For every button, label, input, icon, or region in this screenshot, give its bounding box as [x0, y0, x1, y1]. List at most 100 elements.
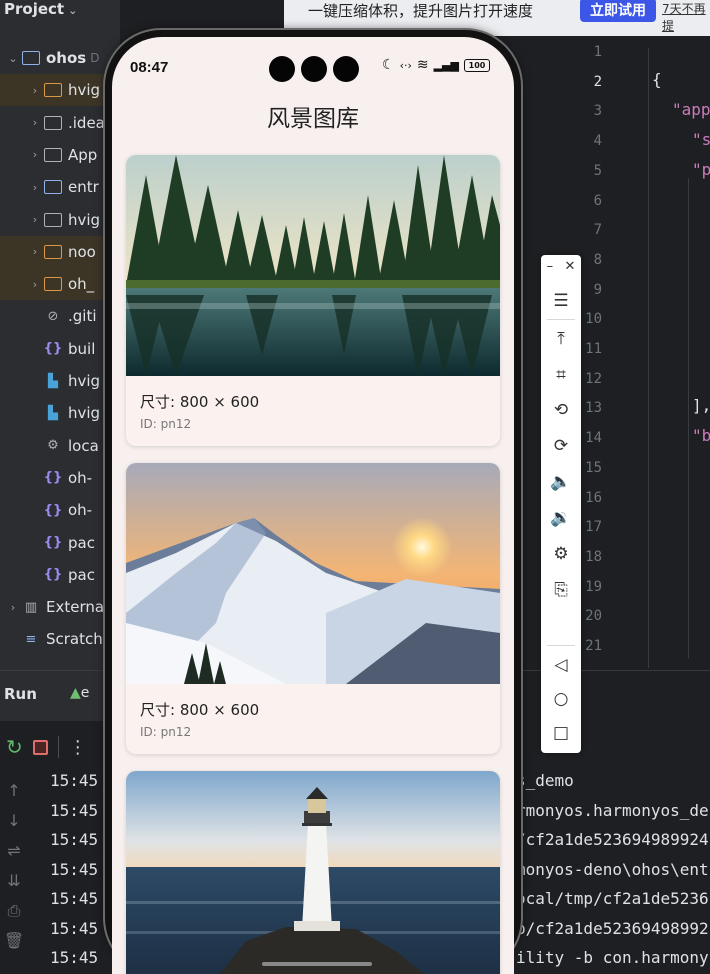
chevron-right-icon[interactable]: › — [28, 84, 42, 97]
home-icon[interactable]: ○ — [549, 687, 573, 711]
scroll-down-icon[interactable]: ↓ — [0, 811, 28, 841]
line-number: 2 — [593, 73, 602, 90]
tree-item[interactable]: › ▥ Externa — [0, 591, 120, 623]
try-now-button[interactable]: 立即试用 — [580, 0, 656, 22]
chevron-down-icon[interactable]: ⌄ — [6, 52, 20, 65]
rotate-right-icon[interactable]: ⟳ — [549, 434, 573, 458]
recents-icon[interactable]: □ — [549, 721, 573, 745]
folder-icon — [42, 146, 64, 164]
log-timestamp: 15:45 — [50, 889, 99, 908]
hvigor-file-icon: ▙ — [48, 373, 58, 389]
wifi-icon: ≋ — [416, 57, 429, 73]
more-options-icon[interactable]: ⋮ — [69, 737, 87, 758]
tree-item[interactable]: {} pac — [0, 559, 120, 591]
line-number: 5 — [593, 162, 602, 179]
soft-wrap-icon[interactable]: ⇌ — [0, 841, 28, 871]
tree-item[interactable]: ⌄ ohos D — [0, 42, 120, 74]
image-card[interactable]: 尺寸: 800 × 600 ID: pn12 — [126, 463, 500, 754]
tree-item-label: App — [68, 145, 98, 164]
tree-item[interactable]: {} oh- — [0, 462, 120, 494]
chevron-right-icon[interactable]: › — [28, 116, 42, 129]
code-key-p: "p — [692, 160, 710, 179]
tree-item[interactable]: › oh_ — [0, 268, 120, 301]
log-timestamp: 15:45 — [50, 800, 99, 820]
tree-item[interactable]: › .idea — [0, 107, 120, 139]
code-editor[interactable]: 1 2 3 4 5 6 7 8 9 10 11 12 13 14 15 16 17 18 19 20 21 { "app… — [560, 38, 710, 670]
volume-down-icon[interactable]: 🔉 — [549, 506, 573, 530]
tree-item[interactable]: {} buil — [0, 333, 120, 365]
settings-icon[interactable]: ⚙ — [549, 542, 573, 566]
stop-icon[interactable] — [32, 739, 48, 755]
tree-item[interactable]: › App — [0, 139, 120, 171]
page-title: 风景图库 — [267, 106, 359, 132]
chevron-right-icon[interactable]: › — [28, 213, 42, 226]
tree-item-label: Externa — [46, 598, 105, 617]
volume-up-icon[interactable]: 🔈 — [549, 470, 573, 494]
tree-item[interactable]: {} pac — [0, 527, 120, 559]
run-config-tab[interactable]: ▲e — [70, 685, 89, 701]
scroll-to-end-icon[interactable]: ⇊ — [0, 871, 28, 901]
log-timestamp: 15:45 — [50, 859, 99, 879]
phone-screen[interactable]: 08:47 ☾ ‹·› ≋ ▂▄▆ 100 风景图库 尺寸: 800 × 600… — [112, 37, 514, 974]
folder-icon — [42, 178, 64, 196]
lighthouse-image — [126, 771, 500, 974]
pin-top-icon[interactable]: ⤒ — [549, 327, 573, 351]
home-indicator[interactable] — [262, 962, 372, 966]
line-number: 6 — [593, 192, 602, 209]
log-message: monyos-deno\ohos\ent — [516, 859, 709, 879]
tree-item[interactable]: {} oh- — [0, 494, 120, 526]
tree-item-label: hvig — [68, 210, 101, 229]
tree-item[interactable]: ⚙ loca — [0, 430, 120, 462]
tree-item[interactable]: ⊘ .giti — [0, 300, 120, 332]
rotate-left-icon[interactable]: ⟲ — [549, 398, 573, 422]
back-icon[interactable]: ◁ — [549, 653, 573, 677]
json-file-icon: {} — [43, 470, 63, 486]
tree-item-label: ohos — [46, 49, 87, 67]
run-tab-bar: Run ▲e — [0, 671, 120, 721]
crop-icon[interactable]: ⌗ — [549, 363, 573, 387]
chevron-right-icon[interactable]: › — [28, 148, 42, 161]
tree-item[interactable]: › entr — [0, 171, 120, 203]
tree-item-label: pac — [68, 533, 95, 552]
line-number: 1 — [593, 44, 602, 60]
log-message: rmonyos.harmonyos_de — [516, 800, 709, 820]
folder-icon — [20, 49, 42, 67]
scroll-up-icon[interactable]: ↑ — [0, 781, 28, 811]
chevron-right-icon[interactable]: › — [28, 245, 42, 258]
folder-icon — [42, 81, 64, 99]
tree-item[interactable]: ≡ Scratch — [0, 623, 120, 655]
chevron-right-icon[interactable]: › — [28, 181, 42, 194]
tree-item-label: buil — [68, 339, 96, 358]
rerun-icon[interactable]: ↻ — [6, 735, 23, 759]
tree-item-label: Scratch — [46, 630, 103, 649]
mountain-sunset-image — [126, 463, 500, 684]
json-file-icon: {} — [43, 535, 63, 550]
tree-item[interactable]: ▙ hvig — [0, 365, 120, 397]
chevron-right-icon[interactable]: › — [6, 601, 20, 614]
menu-icon[interactable]: ☰ — [549, 289, 573, 313]
tree-item-label: .giti — [68, 307, 97, 326]
project-panel: Project ⌄ ⌄ ohos D › hvig › .idea › App › entr › hvig… — [0, 0, 120, 670]
code-brace: { — [652, 70, 662, 89]
tree-item[interactable]: › hvig — [0, 204, 120, 236]
project-view-selector[interactable]: Project ⌄ — [4, 0, 77, 18]
tree-item-label: oh- — [68, 468, 93, 487]
log-message: p/cf2a1de52369498992 — [516, 918, 709, 938]
print-icon[interactable]: ⎙ — [0, 901, 28, 931]
delete-icon[interactable]: 🗑 — [0, 931, 28, 961]
status-icons: ☾ ‹·› ≋ ▂▄▆ 100 — [382, 57, 490, 73]
tree-item[interactable]: ▙ hvig — [0, 397, 120, 429]
chevron-right-icon[interactable]: › — [28, 278, 42, 291]
tree-item[interactable]: › hvig — [0, 74, 120, 107]
tree-item[interactable]: › noo — [0, 235, 120, 268]
minimize-icon[interactable]: – — [547, 259, 554, 274]
json-file-icon: {} — [43, 502, 63, 518]
tree-item-label: hvig — [68, 372, 101, 390]
dismiss-link[interactable]: 7天不再提 — [662, 0, 710, 34]
screenshot-icon[interactable]: ⎘ — [549, 578, 573, 602]
close-icon[interactable]: ✕ — [564, 259, 575, 274]
battery-icon: 100 — [463, 58, 490, 72]
image-card[interactable]: 尺寸: 800 × 600 ID: pn12 — [126, 155, 500, 446]
image-card[interactable] — [126, 771, 500, 974]
folder-icon — [42, 275, 64, 293]
